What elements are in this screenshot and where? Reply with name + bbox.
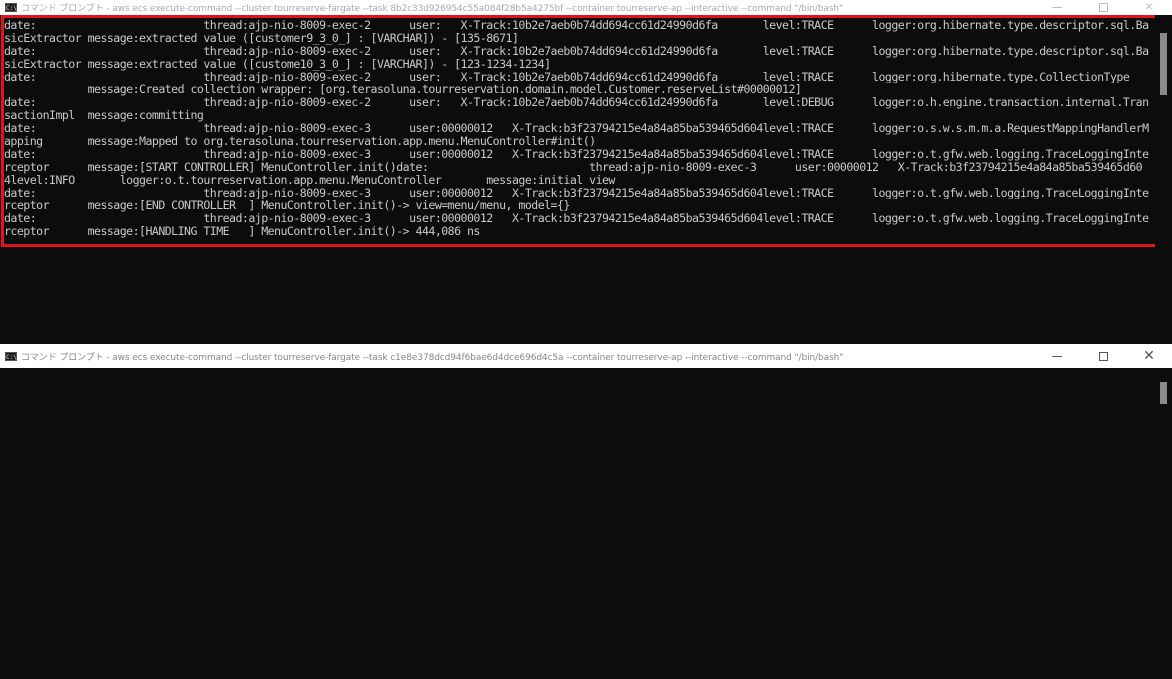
vertical-scrollbar[interactable] (1155, 368, 1172, 679)
scrollbar-thumb[interactable] (1160, 33, 1167, 95)
maximize-button[interactable] (1080, 344, 1126, 368)
vertical-scrollbar[interactable] (1155, 15, 1172, 343)
console-line: date: thread:ajp-nio-8009-exec-3 user:00… (4, 147, 1149, 161)
console-line: date: thread:ajp-nio-8009-exec-3 user:00… (4, 212, 1149, 226)
console-line: date: thread:ajp-nio-8009-exec-2 user: X… (4, 96, 1149, 110)
title-bar[interactable]: C:\ コマンド プロンプト - aws ecs execute-command… (0, 344, 1172, 368)
close-button[interactable]: ✕ (1126, 0, 1172, 15)
console-line: sicExtractor message:extracted value ([c… (4, 31, 519, 45)
console-line: date: thread:ajp-nio-8009-exec-3 user:00… (4, 122, 1149, 136)
console-line: sicExtractor message:extracted value ([c… (4, 57, 551, 71)
console-line: apping message:Mapped to org.terasoluna.… (4, 135, 596, 148)
cmd-icon: C:\ (5, 3, 17, 12)
console-line: rceptor message:[HANDLING TIME ] MenuCon… (4, 225, 480, 239)
window-controls: ✕ (1034, 344, 1172, 368)
maximize-button[interactable] (1080, 0, 1126, 15)
console-line: rceptor message:[START CONTROLLER] MenuC… (4, 160, 1143, 174)
terminal-window-bottom[interactable]: C:\ コマンド プロンプト - aws ecs execute-command… (0, 344, 1172, 679)
console-line: rceptor message:[END CONTROLLER ] MenuCo… (4, 199, 570, 213)
close-icon: ✕ (1144, 2, 1154, 13)
console-line: sactionImpl message:committing (4, 109, 204, 123)
window-controls: ✕ (1034, 0, 1172, 15)
maximize-icon (1098, 351, 1108, 361)
minimize-icon (1052, 355, 1062, 357)
scrollbar-thumb[interactable] (1160, 382, 1167, 404)
minimize-button[interactable] (1034, 0, 1080, 15)
console-line: message:Created collection wrapper: [org… (4, 83, 802, 97)
title-bar[interactable]: C:\ コマンド プロンプト - aws ecs execute-command… (0, 0, 1172, 15)
minimize-button[interactable] (1034, 344, 1080, 368)
close-button[interactable]: ✕ (1126, 344, 1172, 368)
console-line: date: thread:ajp-nio-8009-exec-3 user:00… (4, 186, 1149, 200)
console-line: date: thread:ajp-nio-8009-exec-2 user: X… (4, 44, 1149, 58)
minimize-icon (1052, 7, 1062, 8)
console-output[interactable]: date: thread:ajp-nio-8009-exec-2 user: X… (4, 19, 1154, 238)
terminal-window-top[interactable]: C:\ コマンド プロンプト - aws ecs execute-command… (0, 0, 1172, 343)
close-icon: ✕ (1143, 348, 1155, 364)
maximize-icon (1098, 3, 1108, 12)
console-line: 4level:INFO logger:o.t.tourreservation.a… (4, 173, 615, 187)
console-line: date: thread:ajp-nio-8009-exec-2 user: X… (4, 70, 1130, 84)
cmd-icon: C:\ (5, 351, 17, 361)
window-title: コマンド プロンプト - aws ecs execute-command --c… (21, 4, 844, 14)
window-title: コマンド プロンプト - aws ecs execute-command --c… (21, 352, 844, 363)
console-line: date: thread:ajp-nio-8009-exec-2 user: X… (4, 19, 1149, 32)
